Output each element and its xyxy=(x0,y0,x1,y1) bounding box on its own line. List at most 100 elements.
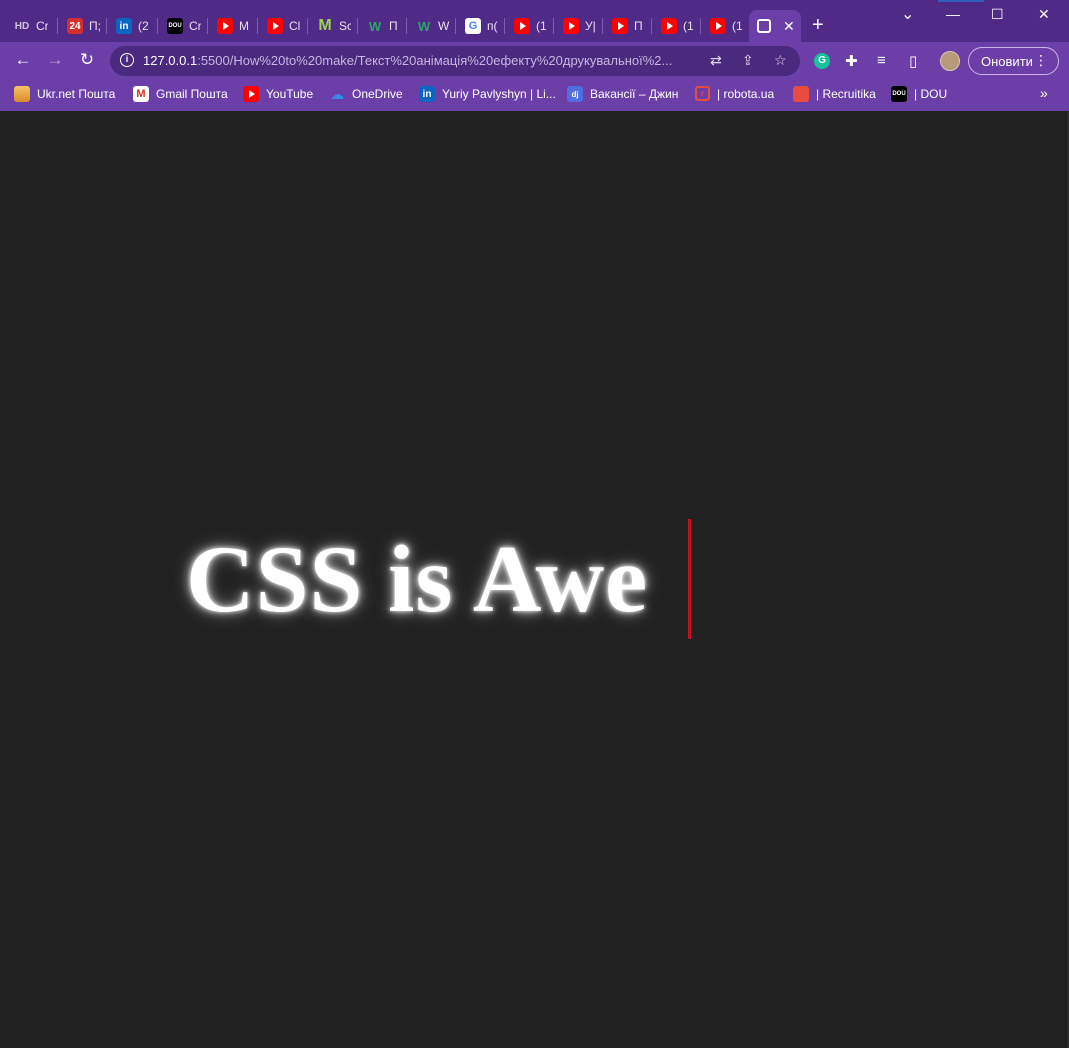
tab-separator xyxy=(357,18,358,34)
youtube-icon xyxy=(217,18,233,34)
extensions-puzzle-icon[interactable]: ✚ xyxy=(845,52,858,70)
globe-icon xyxy=(757,19,771,33)
bookmark-recruitika[interactable]: | Recruitika xyxy=(793,86,876,102)
bookmarks-bar: Ukr.net Пошта M Gmail Пошта YouTube ☁ OneD… xyxy=(0,80,1069,111)
bookmark-label: OneDrive xyxy=(352,87,403,101)
bookmark-star-icon[interactable]: ☆ xyxy=(774,52,787,69)
youtube-icon xyxy=(243,86,259,102)
url-text[interactable]: 127.0.0.1:5500/How%20to%20make/Текст%20а… xyxy=(143,53,703,68)
tab-2[interactable]: 24 П; xyxy=(59,10,107,42)
back-arrow-icon[interactable]: ← xyxy=(12,50,34,70)
url-host: 127.0.0.1 xyxy=(143,53,198,68)
tab-separator xyxy=(157,18,158,34)
tab-title: W xyxy=(438,19,450,33)
typing-caret xyxy=(688,519,691,639)
youtube-icon xyxy=(612,18,628,34)
bookmark-label: | DOU xyxy=(914,87,948,101)
tab-9[interactable]: WW xyxy=(408,10,456,42)
youtube-icon xyxy=(661,18,677,34)
bookmark-ukrnet[interactable]: Ukr.net Пошта xyxy=(14,86,115,102)
hd-icon: HD xyxy=(14,20,30,32)
bookmark-label: Ukr.net Пошта xyxy=(37,87,116,101)
tab-separator xyxy=(651,18,652,34)
update-button[interactable]: Оновити ⋮ xyxy=(968,47,1059,75)
close-tab-icon[interactable]: ✕ xyxy=(783,18,795,35)
tab-4[interactable]: DOU Cr xyxy=(159,10,207,42)
linkedin-icon: in xyxy=(419,86,435,102)
youtube-icon xyxy=(710,18,726,34)
youtube-icon xyxy=(563,18,579,34)
bookmarks-overflow-icon[interactable]: » xyxy=(1040,85,1048,101)
tab-3[interactable]: in (2 xyxy=(108,10,156,42)
tab-separator xyxy=(307,18,308,34)
grammarly-extension-icon[interactable]: G xyxy=(814,53,830,69)
google-icon: G xyxy=(465,18,481,34)
window-accent-line xyxy=(938,0,984,2)
ukrnet-icon xyxy=(14,86,30,102)
bookmark-dou[interactable]: DOU | DOU xyxy=(891,86,947,102)
tab-active[interactable]: ✕ xyxy=(749,10,801,42)
w-icon: W xyxy=(417,18,431,34)
tab-12[interactable]: У| xyxy=(555,10,603,42)
bookmark-onedrive[interactable]: ☁ OneDrive xyxy=(329,86,403,102)
youtube-icon xyxy=(514,18,530,34)
tab-1[interactable]: HD Cr xyxy=(6,10,54,42)
m-icon: M xyxy=(318,17,332,34)
typing-animation: CSS is Awe xyxy=(186,519,691,639)
recruitika-icon xyxy=(793,86,809,102)
close-window-icon[interactable]: ✕ xyxy=(1038,6,1050,23)
maximize-icon[interactable]: ☐ xyxy=(991,6,1004,23)
bookmark-label: | robota.ua xyxy=(717,86,775,101)
forward-arrow-icon[interactable]: → xyxy=(44,50,66,70)
tab-title: Cr xyxy=(189,19,201,33)
tab-7[interactable]: M Sc xyxy=(309,10,357,42)
share-icon[interactable]: ⇪ xyxy=(742,52,754,69)
side-panel-icon[interactable]: ▯ xyxy=(909,52,917,70)
tab-8[interactable]: WП xyxy=(359,10,407,42)
bookmark-label: Yuriy Pavlyshyn | Li... xyxy=(442,87,556,101)
typed-text: CSS is Awe xyxy=(186,526,649,632)
dou-icon: DOU xyxy=(891,86,907,102)
profile-avatar[interactable] xyxy=(940,51,960,71)
tab-separator xyxy=(207,18,208,34)
tab-separator xyxy=(257,18,258,34)
tab-title: Sc xyxy=(339,19,351,33)
update-button-label: Оновити xyxy=(981,53,1033,69)
minimize-icon[interactable]: — xyxy=(946,6,960,22)
bookmark-linkedin[interactable]: in Yuriy Pavlyshyn | Li... xyxy=(419,86,556,102)
media-playlist-icon[interactable]: ≡ xyxy=(877,52,886,69)
site-info-icon[interactable]: i xyxy=(120,53,134,67)
url-path: :5500/How%20to%20make/Текст%20анімація%2… xyxy=(197,53,673,68)
tab-title: П xyxy=(634,19,643,33)
tab-6[interactable]: Cl xyxy=(259,10,307,42)
robota-icon: r xyxy=(695,86,710,101)
bookmark-youtube[interactable]: YouTube xyxy=(243,86,313,102)
tab-10[interactable]: Gп( xyxy=(457,10,505,42)
tab-search-dropdown-icon[interactable]: ⌄ xyxy=(901,4,914,24)
tab-title: Cl xyxy=(289,19,301,33)
tab-title: (1 xyxy=(536,19,547,33)
tab-5[interactable]: M xyxy=(209,10,257,42)
tab-11[interactable]: (1 xyxy=(506,10,554,42)
bookmark-label: | Recruitika xyxy=(816,87,876,101)
tab-separator xyxy=(504,18,505,34)
address-bar[interactable]: i 127.0.0.1:5500/How%20to%20make/Текст%2… xyxy=(110,46,800,76)
translate-icon[interactable]: ⇄ xyxy=(710,52,722,69)
menu-kebab-icon[interactable]: ⋮ xyxy=(1034,52,1048,69)
tab-title: (2 xyxy=(138,19,149,33)
new-tab-button[interactable]: + xyxy=(812,14,824,37)
tab-13[interactable]: П xyxy=(604,10,652,42)
tab-title: п( xyxy=(487,19,498,33)
tab-title: Cr xyxy=(36,19,48,33)
bookmark-djinni[interactable]: dj Вакансії – Джин xyxy=(567,86,678,102)
bookmark-gmail[interactable]: M Gmail Пошта xyxy=(133,86,228,102)
bookmark-label: YouTube xyxy=(266,87,314,101)
tab-14[interactable]: (1 xyxy=(653,10,701,42)
tab-15[interactable]: (1 xyxy=(702,10,750,42)
linkedin-icon: in xyxy=(116,18,132,34)
reload-icon[interactable]: ↻ xyxy=(76,50,98,70)
bookmark-robota[interactable]: r | robota.ua xyxy=(695,86,774,101)
tab-title: (1 xyxy=(683,19,694,33)
youtube-icon xyxy=(267,18,283,34)
dou-icon: DOU xyxy=(167,18,183,34)
